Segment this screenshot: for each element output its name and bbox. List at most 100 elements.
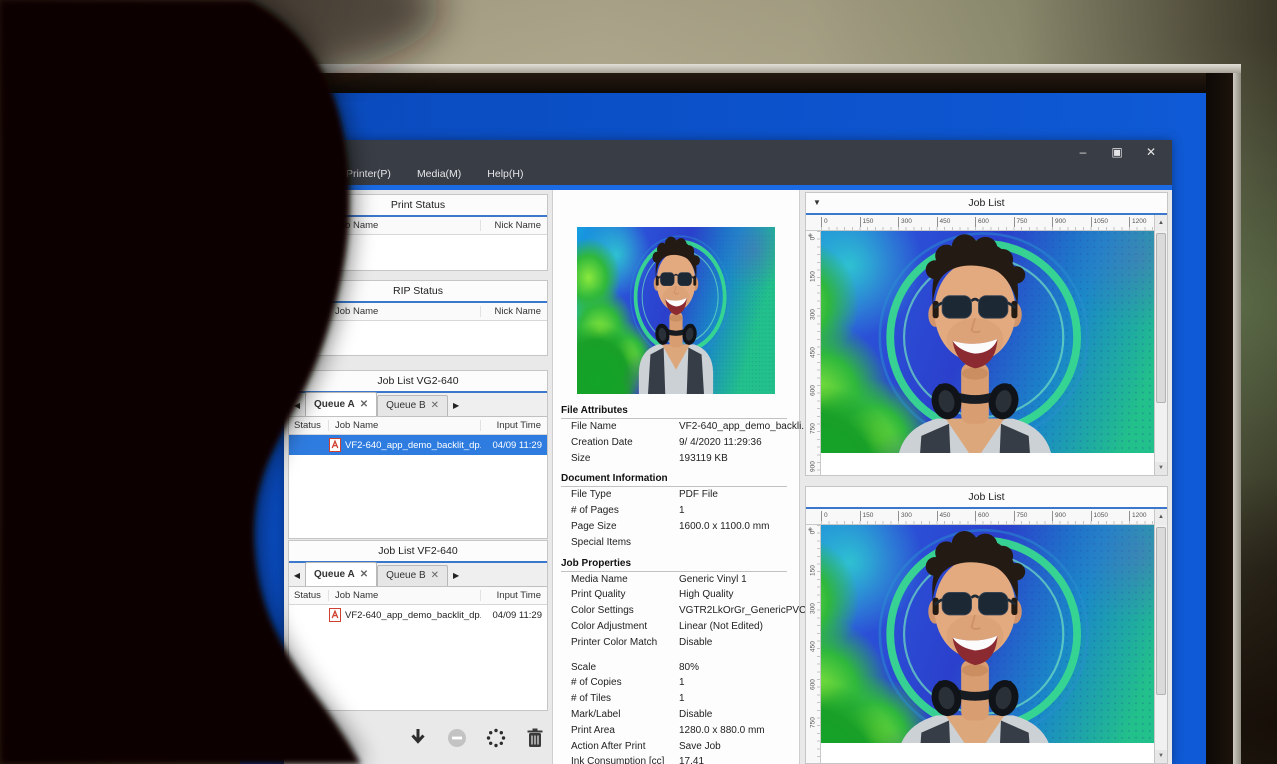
section-header: Job Properties [561, 558, 787, 572]
detail-row: File Type PDF File [571, 489, 799, 505]
rip-status-panel: RIP Status Status Job Name Nick Name [288, 280, 548, 356]
detail-value: 17.41 [679, 756, 705, 764]
tab-queue-b[interactable]: Queue B ✕ [377, 565, 449, 586]
horizontal-ruler: ▲ 0 150 300 450 600 750 900 1050 1200 [806, 215, 1167, 231]
tab-queue-b[interactable]: Queue B ✕ [377, 395, 449, 416]
col-status: Status [289, 306, 329, 317]
job-name: VF2-640_app_demo_backlit_dp... [345, 609, 481, 621]
detail-label: Special Items [571, 536, 632, 548]
vertical-scrollbar[interactable]: ▼ [1154, 525, 1167, 763]
preview-body: ◈ 0 150 300 450 600 750 900 ▼ [806, 231, 1167, 475]
tab-queue-a[interactable]: Queue A ✕ [305, 392, 378, 416]
detail-value: 1 [679, 505, 685, 517]
print-status-panel: Print Status Status Job Name Nick Name [288, 194, 548, 271]
detail-row: Ink Consumption [cc] 17.41 [571, 756, 799, 764]
minimize-icon[interactable]: – [1076, 146, 1090, 158]
tab-queue-a[interactable]: Queue A ✕ [305, 562, 378, 586]
print-status-list[interactable] [289, 235, 547, 269]
print-preview[interactable] [821, 525, 1155, 743]
menu-help[interactable]: Help(H) [487, 168, 523, 180]
chevron-down-icon[interactable]: ▼ [296, 371, 304, 391]
tab-scroll-right-icon[interactable]: ▶ [448, 396, 464, 416]
rip-status-columns: Status Job Name Nick Name [289, 303, 547, 321]
print-status-title: Print Status [289, 195, 547, 215]
job-input-time: 04/09 11:29 [492, 609, 542, 621]
scroll-down-icon[interactable]: ▼ [1155, 462, 1167, 475]
scroll-down-icon[interactable]: ▼ [1155, 750, 1167, 763]
print-status-columns: Status Job Name Nick Name [289, 217, 547, 235]
window-titlebar[interactable]: – ▣ ✕ [284, 140, 1172, 163]
detail-row: # of Pages 1 [571, 505, 799, 521]
preview-panel-title[interactable]: ▼ Job List [806, 193, 1167, 213]
tab-close-icon[interactable]: ✕ [360, 565, 368, 585]
tab-scroll-right-icon[interactable]: ▶ [448, 566, 464, 586]
preview-panel-title[interactable]: Job List [806, 487, 1167, 507]
processing-icon[interactable] [485, 726, 507, 750]
job-row[interactable]: VF2-640_app_demo_backlit_dp... 04/09 11:… [289, 605, 547, 625]
detail-value: 9/ 4/2020 11:29:36 [679, 436, 762, 448]
chevron-down-icon[interactable]: ▼ [813, 193, 821, 213]
detail-value: 1 [679, 693, 685, 705]
rip-status-title: RIP Status [289, 281, 547, 301]
maximize-icon[interactable]: ▣ [1110, 146, 1124, 158]
detail-value: High Quality [679, 589, 734, 601]
detail-label: Action After Print [571, 740, 646, 752]
tab-close-icon[interactable]: ✕ [431, 566, 439, 586]
scrollbar-thumb[interactable] [1156, 233, 1166, 403]
job-row-selected[interactable]: VF2-640_app_demo_backlit_dp... 04/09 11:… [289, 435, 547, 455]
download-icon[interactable] [407, 726, 429, 750]
menu-media[interactable]: Media(M) [417, 168, 461, 180]
tab-close-icon[interactable]: ✕ [360, 395, 368, 415]
detail-row: Scale 80% [571, 662, 799, 678]
tab-scroll-left-icon[interactable]: ◀ [289, 396, 305, 416]
pdf-file-icon [329, 608, 341, 622]
monitor-bezel-top [295, 73, 1241, 93]
ruler-label: 0 [809, 236, 817, 241]
ruler-label: 300 [809, 309, 817, 320]
ruler-label: 150 [859, 217, 873, 227]
tab-scroll-left-icon[interactable]: ◀ [289, 566, 305, 586]
ruler-label: 0 [821, 511, 828, 521]
job-preview-thumbnail [577, 227, 775, 394]
job-toolbar [407, 726, 546, 750]
job-details: File Attributes File Name VF2-640_app_demo… [553, 405, 815, 764]
scroll-up-icon[interactable]: ▲ [1154, 215, 1167, 231]
ruler-label: 900 [809, 461, 817, 472]
col-status: Status [289, 420, 329, 431]
detail-value: 1600.0 x 1100.0 mm [679, 520, 770, 532]
col-nick-name: Nick Name [494, 306, 541, 317]
trash-icon[interactable] [524, 726, 546, 750]
detail-label: Ink Consumption [cc] [571, 756, 665, 764]
scroll-up-icon[interactable]: ▲ [1154, 509, 1167, 525]
remove-icon[interactable] [446, 726, 468, 750]
detail-row: # of Tiles 1 [571, 693, 799, 709]
job-list-vf2-title[interactable]: Job List VF2-640 [289, 541, 547, 561]
panel-title: Job List VF2-640 [378, 545, 458, 557]
detail-label: Scale [571, 661, 597, 673]
ruler-label: 0 [809, 530, 817, 535]
detail-row: Print Area 1280.0 x 880.0 mm [571, 725, 799, 741]
monitor-bezel-right [1206, 73, 1233, 764]
panel-title: Job List [968, 197, 1005, 209]
preview-body: ◈ 0 150 300 450 600 750 ▼ [806, 525, 1167, 763]
print-preview[interactable] [821, 231, 1155, 453]
detail-value: VF2-640_app_demo_backli... [679, 421, 810, 432]
tab-close-icon[interactable]: ✕ [431, 396, 439, 416]
detail-value: Save Job [679, 740, 721, 752]
scrollbar-thumb[interactable] [1156, 527, 1166, 695]
rip-status-list[interactable] [289, 321, 547, 354]
monitor-top-edge [300, 64, 1241, 73]
detail-value: 1280.0 x 880.0 mm [679, 724, 765, 736]
ruler-label: 150 [859, 511, 873, 521]
menubar: Printer(P) Media(M) Help(H) [284, 163, 1172, 185]
job-list-vg2-title[interactable]: ▼ Job List VG2-640 [289, 371, 547, 391]
ruler-label: 450 [809, 641, 817, 652]
detail-row [571, 653, 799, 662]
print-preview-image [821, 231, 1155, 453]
job-list-columns: Status Job Name Input Time [289, 587, 547, 605]
vertical-scrollbar[interactable]: ▼ [1154, 231, 1167, 475]
detail-label: File Type [571, 489, 612, 501]
menu-printer[interactable]: Printer(P) [346, 168, 391, 180]
close-icon[interactable]: ✕ [1144, 146, 1158, 158]
job-list-vf2-body: VF2-640_app_demo_backlit_dp... 04/09 11:… [289, 605, 547, 710]
